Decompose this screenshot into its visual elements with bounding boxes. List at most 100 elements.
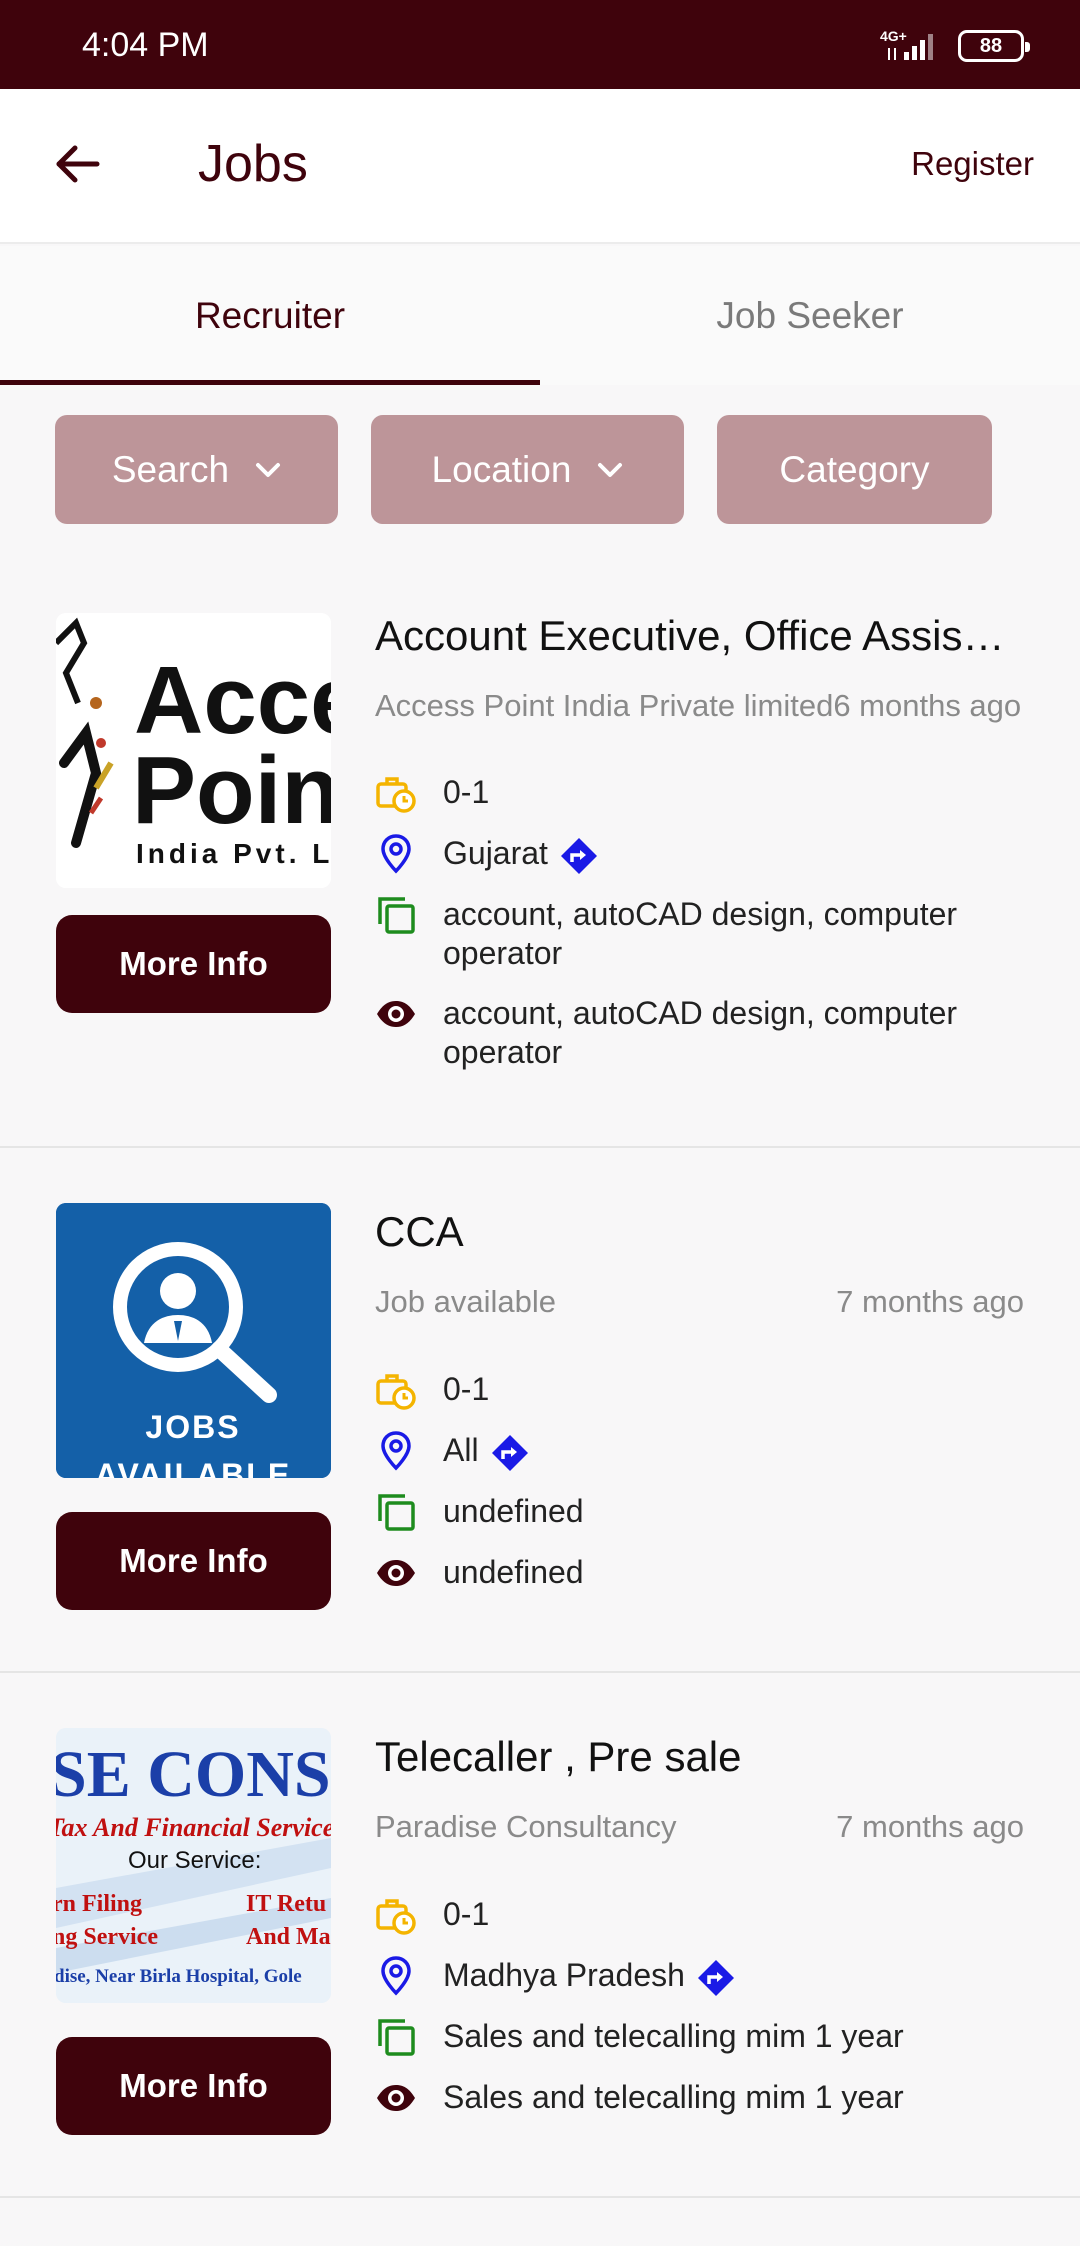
logo-text-line2: Tax And Financial Service xyxy=(56,1813,331,1842)
logo-text-line3: India Pvt. L xyxy=(136,838,331,869)
chevron-down-icon xyxy=(256,462,281,477)
location-value: Madhya Pradesh xyxy=(443,1956,735,1997)
logo-text-line7: And Ma xyxy=(246,1924,331,1950)
eye-icon xyxy=(375,993,417,1035)
logo-text-line2: Poin xyxy=(132,737,331,844)
skills-row: undefined xyxy=(375,1553,1035,1594)
battery-icon: 88 xyxy=(958,30,1030,62)
tab-job-seeker[interactable]: Job Seeker xyxy=(540,246,1080,385)
more-info-button[interactable]: More Info xyxy=(56,2037,331,2135)
logo-text-line4: rn Filing xyxy=(56,1891,142,1917)
page-title: Jobs xyxy=(198,135,308,193)
briefcase-clock-icon xyxy=(375,1369,417,1411)
briefcase-clock-icon xyxy=(375,1894,417,1936)
job-title[interactable]: Telecaller , Pre sale xyxy=(375,1733,1035,1781)
location-value: All xyxy=(443,1431,529,1472)
experience-value: 0-1 xyxy=(443,1896,490,1932)
tools-logo-graphic: Acce Poin India Pvt. L xyxy=(56,613,331,888)
category-filter-label: Category xyxy=(779,448,930,490)
company-logo: JOBS AVAILABLE xyxy=(56,1203,331,1478)
signal-icon: 4G+ xyxy=(880,28,944,62)
category-row: account, autoCAD design, computer operat… xyxy=(375,895,1035,973)
status-bar: 4:04 PM 4G+ 88 xyxy=(0,0,1080,89)
company-logo: Acce Poin India Pvt. L xyxy=(56,613,331,888)
location-value: Gujarat xyxy=(443,834,598,875)
tab-recruiter[interactable]: Recruiter xyxy=(0,246,540,385)
more-info-button[interactable]: More Info xyxy=(56,1512,331,1610)
back-button[interactable] xyxy=(44,131,110,197)
logo-text-line2: AVAILABLE xyxy=(95,1457,291,1478)
category-value: Sales and telecalling mim 1 year xyxy=(443,2018,904,2054)
skills-value: account, autoCAD design, computer operat… xyxy=(443,995,958,1070)
location-filter-label: Location xyxy=(431,448,572,490)
experience-row: 0-1 xyxy=(375,1370,1035,1411)
location-pin-icon xyxy=(375,1955,417,1997)
location-label: Gujarat xyxy=(443,835,548,871)
location-row: Madhya Pradesh xyxy=(375,1956,1035,1997)
company-logo: SE CONSUL Tax And Financial Service Our … xyxy=(56,1728,331,2003)
job-card: Acce Poin India Pvt. L More Info Account… xyxy=(0,550,1080,1148)
directions-icon[interactable] xyxy=(491,1434,529,1472)
location-label: Madhya Pradesh xyxy=(443,1957,685,1993)
skills-row: Sales and telecalling mim 1 year xyxy=(375,2078,1035,2119)
status-icons: 4G+ 88 xyxy=(880,28,1030,64)
magnifier-person-logo: JOBS AVAILABLE xyxy=(56,1203,331,1478)
status-time: 4:04 PM xyxy=(82,26,209,64)
chevron-down-icon xyxy=(598,462,623,477)
copy-icon xyxy=(375,1491,417,1533)
experience-row: 0-1 xyxy=(375,1895,1035,1936)
battery-level: 88 xyxy=(979,34,1003,57)
logo-text-line1: SE CONSUL xyxy=(56,1738,331,1811)
app-bar: Jobs Register xyxy=(0,89,1080,244)
logo-text-line1: JOBS xyxy=(145,1409,240,1445)
copy-icon xyxy=(375,2016,417,2058)
copy-icon xyxy=(375,894,417,936)
tab-bar: Recruiter Job Seeker xyxy=(0,246,1080,385)
location-row: Gujarat xyxy=(375,834,1035,875)
logo-text-line3: Our Service: xyxy=(128,1847,261,1874)
logo-text-line8: dise, Near Birla Hospital, Gole xyxy=(56,1966,302,1987)
logo-text-line6: ng Service xyxy=(56,1924,158,1950)
location-pin-icon xyxy=(375,1430,417,1472)
job-title[interactable]: Account Executive, Office Assis… xyxy=(375,612,1035,660)
skills-value: Sales and telecalling mim 1 year xyxy=(443,2079,904,2115)
location-filter-button[interactable]: Location xyxy=(371,415,684,524)
skills-row: account, autoCAD design, computer operat… xyxy=(375,994,1035,1072)
job-card: SE CONSUL Tax And Financial Service Our … xyxy=(0,1673,1080,2198)
experience-row: 0-1 xyxy=(375,773,1035,814)
company-name: Job available xyxy=(375,1284,556,1319)
experience-value: 0-1 xyxy=(443,774,490,810)
posted-time: 7 months ago xyxy=(836,1809,1024,1844)
category-row: Sales and telecalling mim 1 year xyxy=(375,2017,1035,2058)
location-label: All xyxy=(443,1432,479,1468)
consultancy-banner-logo: SE CONSUL Tax And Financial Service Our … xyxy=(56,1728,331,2003)
company-name: Paradise Consultancy xyxy=(375,1809,677,1844)
job-title[interactable]: CCA xyxy=(375,1208,1035,1256)
eye-icon xyxy=(375,1552,417,1594)
category-value: undefined xyxy=(443,1493,584,1529)
search-filter-button[interactable]: Search xyxy=(55,415,338,524)
eye-icon xyxy=(375,2077,417,2119)
category-row: undefined xyxy=(375,1492,1035,1533)
briefcase-clock-icon xyxy=(375,772,417,814)
search-filter-label: Search xyxy=(111,448,230,490)
posted-time: 6 months ago xyxy=(833,688,1022,723)
category-filter-button[interactable]: Category xyxy=(717,415,992,524)
skills-value: undefined xyxy=(443,1554,584,1590)
job-card: JOBS AVAILABLE More Info CCA Job availab… xyxy=(0,1148,1080,1673)
job-list: Acce Poin India Pvt. L More Info Account… xyxy=(0,550,1080,2198)
posted-time: 7 months ago xyxy=(836,1284,1024,1319)
register-button[interactable]: Register xyxy=(911,145,1034,183)
directions-icon[interactable] xyxy=(697,1959,735,1997)
logo-text-line5: IT Retu xyxy=(246,1891,326,1917)
location-pin-icon xyxy=(375,833,417,875)
arrow-left-icon xyxy=(56,145,100,183)
company-name: Access Point India Private limited6 mont… xyxy=(375,688,1021,724)
category-value: account, autoCAD design, computer operat… xyxy=(443,896,958,971)
more-info-button[interactable]: More Info xyxy=(56,915,331,1013)
company-label: Access Point India Private limited xyxy=(375,688,834,723)
directions-icon[interactable] xyxy=(560,837,598,875)
location-row: All xyxy=(375,1431,1035,1472)
filter-bar: Search Location Category xyxy=(0,385,1080,550)
experience-value: 0-1 xyxy=(443,1371,490,1407)
